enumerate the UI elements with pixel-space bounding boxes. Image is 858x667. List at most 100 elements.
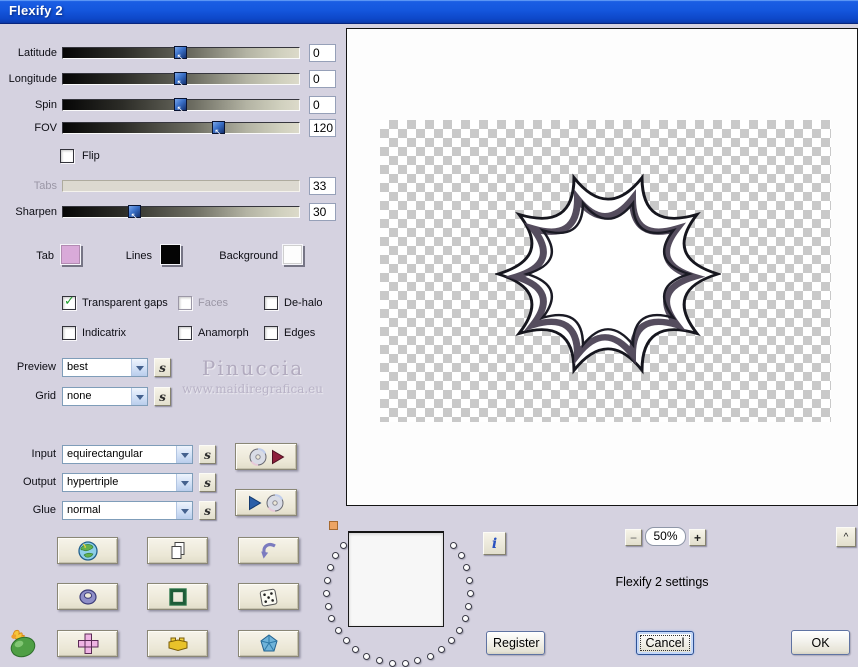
copy-button[interactable] (147, 537, 208, 564)
rotation-dot[interactable] (437, 646, 445, 653)
output-select[interactable]: hypertriple (62, 473, 193, 492)
output-s-button[interactable]: s (199, 473, 216, 492)
sharpen-slider[interactable]: ↖ (62, 205, 300, 222)
transparent-gaps-checkbox[interactable]: ✓ (62, 294, 76, 310)
rotation-dot[interactable] (465, 603, 473, 610)
faces-checkbox (178, 296, 192, 310)
sharpen-label: Sharpen (15, 206, 57, 218)
spin-value-input[interactable] (309, 96, 336, 114)
rotation-dot[interactable] (401, 659, 409, 667)
rotation-dot[interactable] (450, 541, 458, 549)
zoom-in-button[interactable]: + (689, 529, 706, 546)
globe-button[interactable] (57, 537, 118, 564)
preset-preview-square[interactable] (348, 531, 444, 627)
background-color-swatch[interactable] (282, 244, 303, 265)
frame-button[interactable] (147, 583, 208, 610)
input-select[interactable]: equirectangular (62, 445, 193, 464)
latitude-value-input[interactable] (309, 44, 336, 62)
load-settings-button[interactable] (235, 443, 297, 470)
longitude-slider[interactable]: ↖ (62, 72, 300, 89)
polyhedron-button[interactable] (238, 630, 299, 657)
zoom-out-button[interactable]: − (625, 529, 642, 546)
window-title: Flexify 2 (9, 3, 63, 18)
rotation-dot[interactable] (363, 652, 371, 660)
save-settings-button[interactable] (235, 489, 297, 516)
longitude-value-input[interactable] (309, 70, 336, 88)
rotation-dot[interactable] (426, 652, 434, 660)
register-button[interactable]: Register (486, 631, 545, 655)
de-halo-checkbox[interactable] (264, 296, 278, 310)
zoom-level[interactable]: 50% (645, 527, 686, 546)
spin-slider-thumb[interactable]: ↖ (173, 98, 187, 115)
sharpen-value-input[interactable] (309, 203, 336, 221)
preview-s-button[interactable]: s (154, 358, 171, 377)
rotation-dot[interactable] (463, 564, 470, 572)
chevron-down-icon[interactable] (131, 388, 147, 405)
longitude-slider-thumb[interactable]: ↖ (173, 72, 187, 89)
dice-button[interactable] (238, 583, 299, 610)
chevron-down-icon[interactable] (176, 502, 192, 519)
indicatrix-checkbox[interactable] (62, 326, 76, 340)
faces-label: Faces (198, 297, 228, 309)
cube-net-button[interactable] (57, 630, 118, 657)
torus-button[interactable] (57, 583, 118, 610)
rotation-dot[interactable] (375, 657, 383, 665)
rotation-dot[interactable] (447, 637, 455, 645)
rotation-dot[interactable] (455, 627, 463, 634)
fov-label: FOV (34, 122, 57, 134)
rotation-dot[interactable] (339, 541, 347, 549)
dialog-body: Latitude ↖ Longitude ↖ Spin ↖ FOV ↖ Tabs… (0, 24, 858, 667)
lines-color-swatch[interactable] (160, 244, 181, 265)
preview-select[interactable]: best (62, 358, 148, 377)
preview-area[interactable] (346, 28, 858, 506)
cancel-button[interactable]: Cancel (636, 631, 694, 655)
latitude-slider-row: Latitude ↖ (0, 44, 346, 66)
rotation-dot[interactable] (414, 657, 422, 665)
fov-slider-thumb[interactable]: ↖ (211, 121, 225, 138)
rotation-dot[interactable] (342, 637, 350, 645)
sharpen-slider-thumb[interactable]: ↖ (127, 205, 141, 222)
rotation-dot[interactable] (457, 552, 465, 560)
collapse-button[interactable]: ^ (836, 527, 856, 547)
info-button[interactable]: i (483, 532, 506, 555)
tabs-value-input[interactable] (309, 177, 336, 195)
anamorph-checkbox[interactable] (178, 326, 192, 340)
grid-select[interactable]: none (62, 387, 148, 406)
tab-color-swatch[interactable] (60, 244, 81, 265)
fov-value-input[interactable] (309, 119, 336, 137)
rotation-dot[interactable] (467, 590, 474, 597)
titlebar[interactable]: Flexify 2 (0, 0, 858, 24)
brick-button[interactable] (147, 630, 208, 657)
rotation-dot[interactable] (328, 615, 336, 623)
rotation-dot[interactable] (323, 577, 331, 584)
latitude-slider[interactable]: ↖ (62, 46, 300, 63)
slider-arrow-icon: ↖ (176, 79, 185, 89)
latitude-slider-thumb[interactable]: ↖ (173, 46, 187, 63)
glue-s-button[interactable]: s (199, 501, 216, 520)
brick-icon (165, 634, 191, 654)
undo-button[interactable] (238, 537, 299, 564)
spin-label: Spin (34, 99, 57, 111)
spin-slider[interactable]: ↖ (62, 98, 300, 115)
rotation-dot[interactable] (323, 590, 330, 597)
rotation-marker[interactable] (329, 521, 338, 530)
chevron-down-icon[interactable] (176, 474, 192, 491)
chevron-down-icon[interactable] (131, 359, 147, 376)
input-s-button[interactable]: s (199, 445, 216, 464)
rotation-dot[interactable] (388, 659, 396, 667)
glue-select[interactable]: normal (62, 501, 193, 520)
slider-arrow-icon: ↖ (176, 105, 185, 115)
rotation-dot[interactable] (332, 552, 340, 560)
fov-slider[interactable]: ↖ (62, 121, 300, 138)
rotation-dot[interactable] (461, 615, 469, 623)
ok-button[interactable]: OK (791, 630, 850, 655)
rotation-dot[interactable] (327, 564, 334, 572)
flip-checkbox[interactable] (60, 149, 74, 163)
rotation-dot[interactable] (466, 577, 474, 584)
edges-checkbox[interactable] (264, 326, 278, 340)
polyhedron-icon (258, 633, 280, 655)
chevron-down-icon[interactable] (176, 446, 192, 463)
rotation-dot[interactable] (324, 603, 332, 610)
rotation-dot[interactable] (352, 646, 360, 653)
rotation-dot[interactable] (334, 627, 342, 634)
